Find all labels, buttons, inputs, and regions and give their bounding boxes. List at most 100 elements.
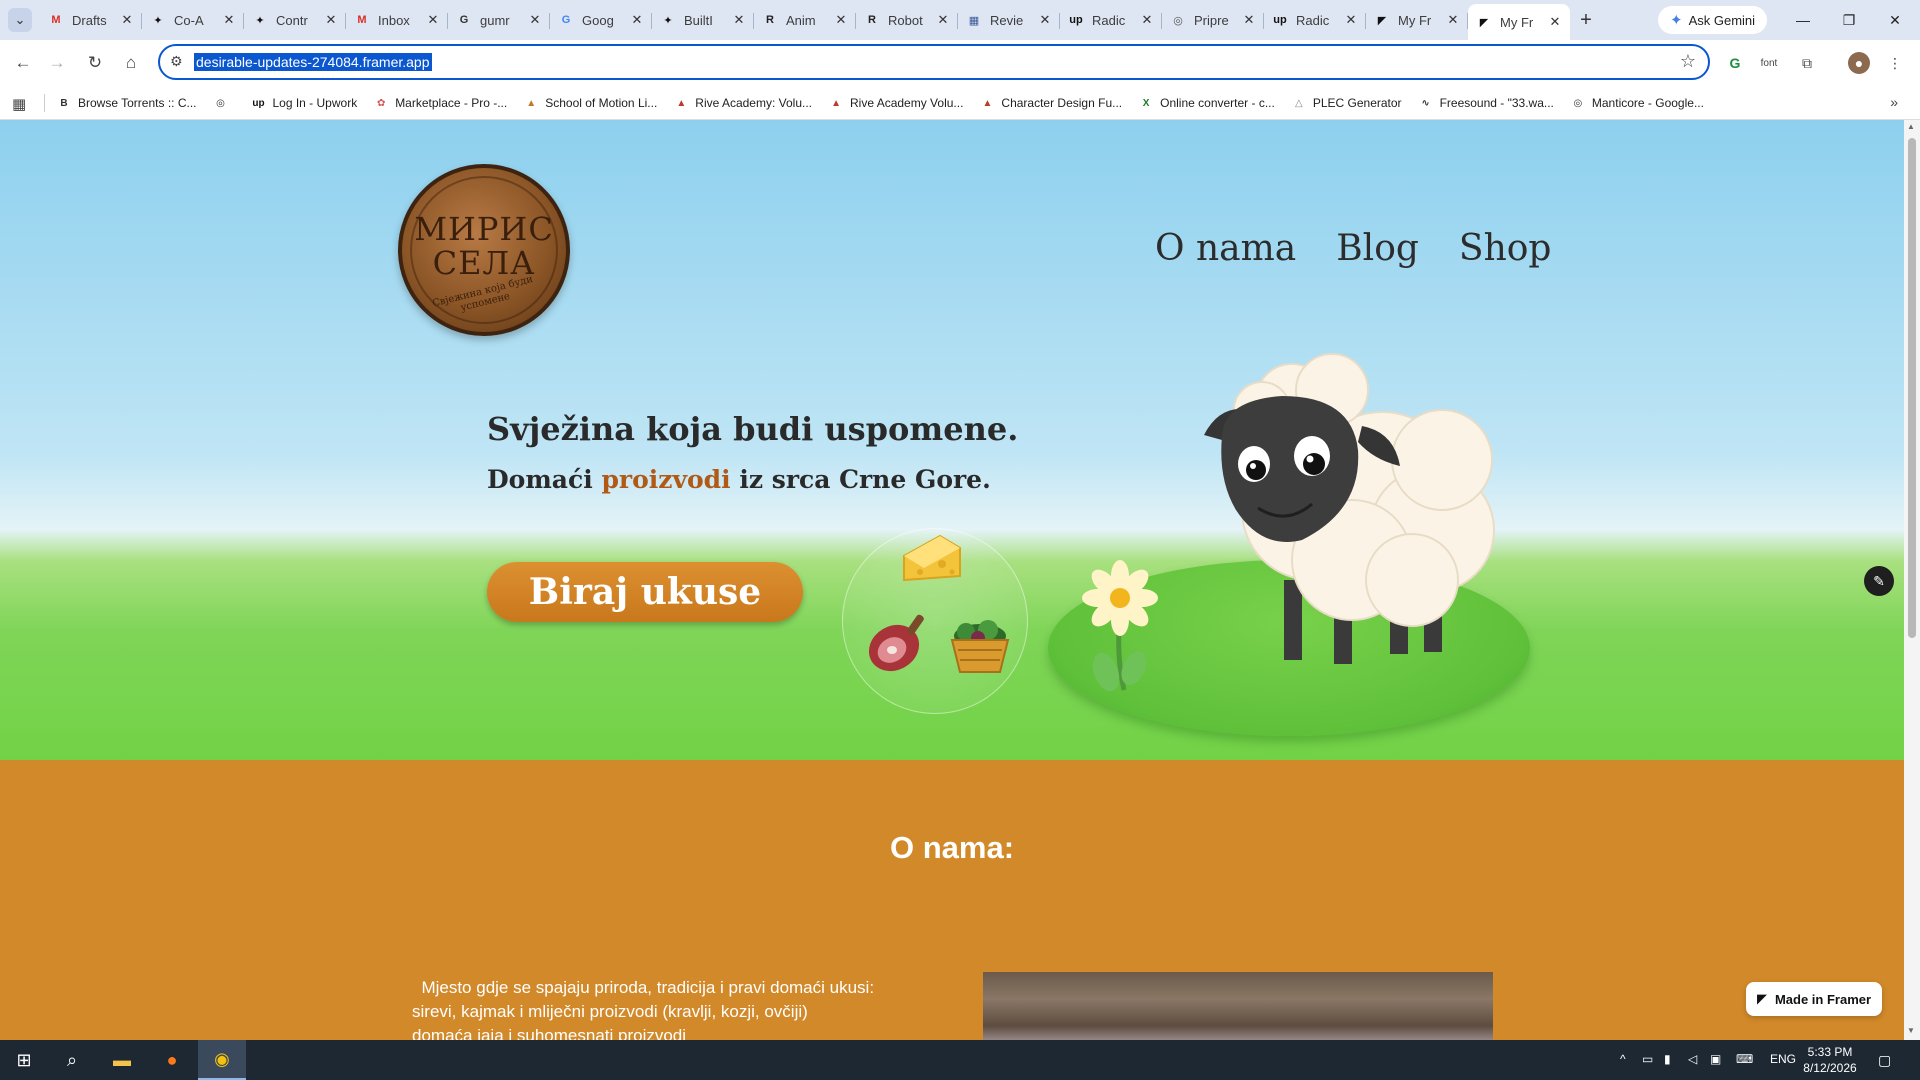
file-explorer-icon[interactable]: ▬ xyxy=(98,1040,146,1080)
tab-close-icon[interactable]: ✕ xyxy=(528,12,542,28)
forward-icon[interactable]: → xyxy=(42,48,72,78)
tab-close-icon[interactable]: ✕ xyxy=(1038,12,1052,28)
browser-tab[interactable]: M Drafts ✕ xyxy=(40,4,142,36)
brand-logo[interactable]: МИРИС СЕЛА Свјежина која буди успомене xyxy=(398,164,570,336)
bookmark-label: Rive Academy Volu... xyxy=(850,96,964,110)
about-text: Mjesto gdje se spajaju priroda, tradicij… xyxy=(412,976,932,1040)
back-icon[interactable]: ← xyxy=(8,48,38,78)
apps-grid-icon[interactable]: ▦ xyxy=(12,95,26,113)
bookmark-item[interactable]: ∿ Freesound - "33.wa... xyxy=(1418,95,1554,111)
tab-close-icon[interactable]: ✕ xyxy=(426,12,440,28)
chrome-icon[interactable]: ◉ xyxy=(198,1040,246,1080)
scroll-up-icon[interactable]: ▲ xyxy=(1907,122,1915,131)
browser-tab[interactable]: ◎ Pripre ✕ xyxy=(1162,4,1264,36)
bookmark-item[interactable]: ▲ Character Design Fu... xyxy=(979,95,1122,111)
reload-icon[interactable]: ↻ xyxy=(80,48,110,78)
extensions-icon[interactable]: ⧉ xyxy=(1796,52,1818,74)
globe-icon: ◎ xyxy=(1573,97,1583,109)
bookmark-item[interactable]: ◎ xyxy=(212,95,234,111)
scrollbar-thumb[interactable] xyxy=(1908,138,1916,638)
bookmark-item[interactable]: △ PLEC Generator xyxy=(1291,95,1402,111)
edit-pencil-icon[interactable]: ✎ xyxy=(1864,566,1894,596)
font-extension-icon[interactable]: font xyxy=(1758,52,1780,74)
bookmark-item[interactable]: ✿ Marketplace - Pro -... xyxy=(373,95,507,111)
browser-tab[interactable]: up Radic ✕ xyxy=(1060,4,1162,36)
browser-tab[interactable]: M Inbox ✕ xyxy=(346,4,448,36)
browser-tab[interactable]: ◤ My Fr ✕ xyxy=(1468,4,1570,40)
about-line: domaća jaja i suhomesnati proizvodi xyxy=(412,1026,687,1040)
browser-tab[interactable]: up Radic ✕ xyxy=(1264,4,1366,36)
tab-title: Inbox xyxy=(378,12,410,28)
bookmark-item[interactable]: X Online converter - c... xyxy=(1138,95,1275,111)
grammarly-icon[interactable]: G xyxy=(1724,52,1746,74)
bookmark-item[interactable]: ▲ Rive Academy Volu... xyxy=(828,95,963,111)
browser-tab[interactable]: ▦ Revie ✕ xyxy=(958,4,1060,36)
bookmark-item[interactable]: up Log In - Upwork xyxy=(250,95,357,111)
browser-tab[interactable]: ✦ BuiltI ✕ xyxy=(652,4,754,36)
browser-tab[interactable]: ✦ Co-A ✕ xyxy=(142,4,244,36)
notifications-icon[interactable]: ▢ xyxy=(1878,1052,1891,1069)
windows-start-icon[interactable]: ⊞ xyxy=(0,1040,48,1080)
bookmark-star-icon[interactable]: ☆ xyxy=(1680,51,1696,72)
volume-icon[interactable]: ◁ xyxy=(1688,1052,1697,1066)
minimize-icon[interactable]: — xyxy=(1780,6,1826,34)
nav-link-blog[interactable]: Blog xyxy=(1336,228,1419,269)
bookmark-item[interactable]: ▲ School of Motion Li... xyxy=(523,95,657,111)
bookmark-item[interactable]: B Browse Torrents :: C... xyxy=(56,95,196,111)
system-clock[interactable]: 5:33 PM 8/12/2026 xyxy=(1798,1044,1862,1076)
tab-close-icon[interactable]: ✕ xyxy=(120,12,134,28)
tab-close-icon[interactable]: ✕ xyxy=(1548,14,1562,30)
nav-link-shop[interactable]: Shop xyxy=(1459,228,1552,269)
tab-close-icon[interactable]: ✕ xyxy=(630,12,644,28)
meet-now-icon[interactable]: ▣ xyxy=(1710,1052,1721,1066)
bookmark-item[interactable]: ◎ Manticore - Google... xyxy=(1570,95,1704,111)
browser-tab[interactable]: R Anim ✕ xyxy=(754,4,856,36)
gmail-icon: M xyxy=(357,14,367,26)
address-bar[interactable]: ⚙ desirable-updates-274084.framer.app ☆ xyxy=(158,44,1710,80)
tray-chevron-icon[interactable]: ^ xyxy=(1620,1052,1626,1066)
browser-tab[interactable]: ✦ Contr ✕ xyxy=(244,4,346,36)
restore-icon[interactable]: ❐ xyxy=(1826,6,1872,34)
tab-close-icon[interactable]: ✕ xyxy=(732,12,746,28)
tab-search-icon[interactable]: ⌄ xyxy=(8,8,32,32)
biraj-ukuse-button[interactable]: Biraj ukuse xyxy=(487,562,803,622)
bookmark-label: Online converter - c... xyxy=(1160,96,1275,110)
browser-menu-icon[interactable]: ⋮ xyxy=(1884,52,1906,74)
made-in-framer-badge[interactable]: ◤ Made in Framer xyxy=(1746,982,1882,1016)
bookmark-item[interactable]: ▲ Rive Academy: Volu... xyxy=(673,95,812,111)
network-icon[interactable]: ▭ xyxy=(1642,1052,1653,1066)
gmail-icon: M xyxy=(51,14,61,26)
tab-close-icon[interactable]: ✕ xyxy=(936,12,950,28)
search-icon[interactable]: ⌕ xyxy=(48,1040,96,1080)
scroll-down-icon[interactable]: ▼ xyxy=(1907,1026,1915,1035)
firefox-icon[interactable]: ● xyxy=(148,1040,196,1080)
openai-icon: ✦ xyxy=(255,14,265,27)
tab-close-icon[interactable]: ✕ xyxy=(1242,12,1256,28)
browser-tab[interactable]: G Goog ✕ xyxy=(550,4,652,36)
ask-gemini-button[interactable]: ✦ Ask Gemini xyxy=(1658,6,1768,34)
new-tab-button[interactable]: + xyxy=(1572,6,1600,34)
more-bookmarks-icon[interactable]: » xyxy=(1890,94,1898,110)
browser-tab[interactable]: Ggumr ✕ xyxy=(448,4,550,36)
tab-close-icon[interactable]: ✕ xyxy=(324,12,338,28)
close-window-icon[interactable]: ✕ xyxy=(1872,6,1918,34)
tab-close-icon[interactable]: ✕ xyxy=(1344,12,1358,28)
url-text[interactable]: desirable-updates-274084.framer.app xyxy=(194,53,432,71)
profile-avatar[interactable]: ● xyxy=(1848,52,1870,74)
keyboard-icon[interactable]: ⌨ xyxy=(1736,1052,1753,1066)
browser-tab[interactable]: R Robot ✕ xyxy=(856,4,958,36)
gumroad-icon: G xyxy=(459,14,469,26)
bookmark-label: Browse Torrents :: C... xyxy=(78,96,197,110)
tab-close-icon[interactable]: ✕ xyxy=(222,12,236,28)
tab-close-icon[interactable]: ✕ xyxy=(834,12,848,28)
battery-icon[interactable]: ▮ xyxy=(1664,1052,1671,1066)
browser-tab[interactable]: ◤ My Fr ✕ xyxy=(1366,4,1468,36)
nav-link-o-nama[interactable]: O nama xyxy=(1155,228,1296,269)
ask-gemini-label: Ask Gemini xyxy=(1688,12,1756,28)
home-icon[interactable]: ⌂ xyxy=(116,48,146,78)
page-scrollbar[interactable]: ▲ ▼ xyxy=(1904,120,1920,1040)
tab-close-icon[interactable]: ✕ xyxy=(1446,12,1460,28)
site-info-icon[interactable]: ⚙ xyxy=(170,53,183,70)
language-indicator[interactable]: ENG xyxy=(1770,1052,1796,1066)
tab-close-icon[interactable]: ✕ xyxy=(1140,12,1154,28)
